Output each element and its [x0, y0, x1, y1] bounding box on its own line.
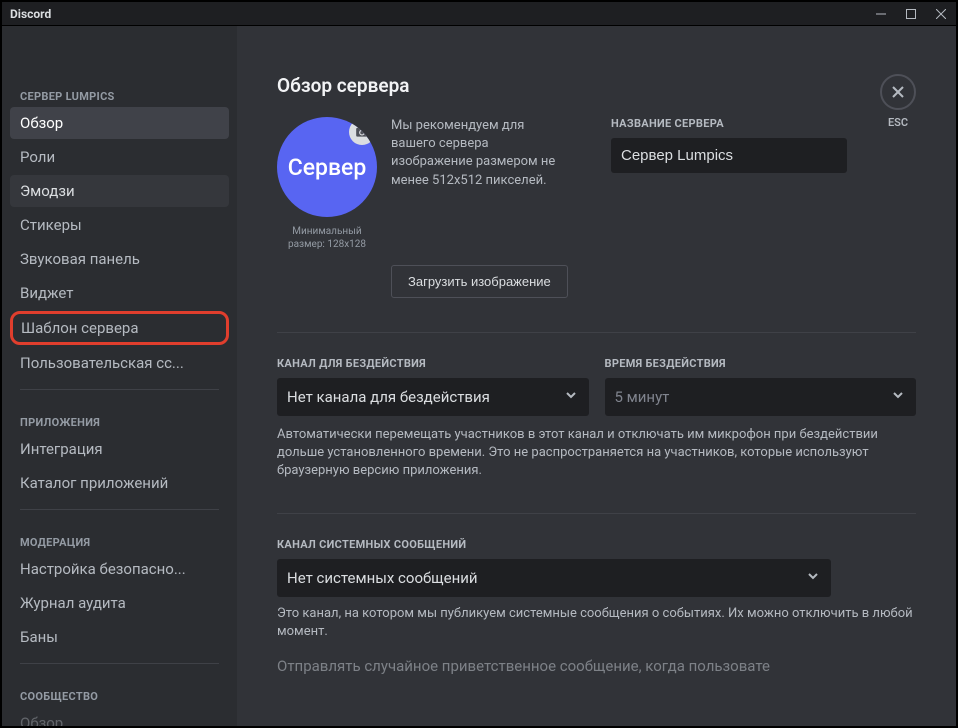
sidebar-category: МОДЕРАЦИЯ — [10, 520, 229, 553]
sidebar-item-server-template[interactable]: Шаблон сервера — [10, 311, 229, 345]
close-label: ESC — [888, 116, 908, 129]
sidebar-item-app-directory[interactable]: Каталог приложений — [10, 467, 229, 499]
server-name-label: НАЗВАНИЕ СЕРВЕРА — [611, 117, 847, 130]
sidebar-category: ПРИЛОЖЕНИЯ — [10, 400, 229, 433]
upload-image-button[interactable]: Загрузить изображение — [391, 265, 568, 298]
sidebar-item-emoji[interactable]: Эмодзи — [10, 175, 229, 207]
divider — [277, 513, 916, 514]
system-channel-label: КАНАЛ СИСТЕМНЫХ СООБЩЕНИЙ — [277, 538, 916, 551]
system-channel-value: Нет системных сообщений — [287, 569, 478, 587]
system-channel-help: Это канал, на котором мы публикуем систе… — [277, 605, 916, 641]
afk-timeout-label: ВРЕМЯ БЕЗДЕЙСТВИЯ — [605, 357, 917, 370]
sidebar-item-community-overview[interactable]: Обзор — [10, 707, 229, 726]
divider — [20, 509, 219, 510]
upload-badge-icon — [349, 119, 375, 145]
system-channel-select[interactable]: Нет системных сообщений — [277, 559, 831, 597]
maximize-button[interactable] — [904, 7, 918, 21]
close-settings-button[interactable] — [880, 74, 916, 110]
page-title: Обзор сервера — [277, 74, 916, 97]
sidebar-item-audit-log[interactable]: Журнал аудита — [10, 587, 229, 619]
settings-sidebar: СЕРВЕР LUMPICS Обзор Роли Эмодзи Стикеры… — [2, 26, 237, 726]
afk-help-text: Автоматически перемещать участников в эт… — [277, 426, 916, 481]
sidebar-item-integrations[interactable]: Интеграция — [10, 433, 229, 465]
divider — [20, 663, 219, 664]
sidebar-category: СЕРВЕР LUMPICS — [10, 74, 229, 107]
minimize-button[interactable] — [874, 7, 888, 21]
close-icon — [890, 84, 906, 100]
close-window-button[interactable] — [934, 7, 948, 21]
divider — [277, 332, 916, 333]
chevron-down-icon — [805, 568, 821, 588]
sidebar-category: СООБЩЕСТВО — [10, 674, 229, 707]
server-avatar[interactable]: Сервер — [277, 117, 377, 217]
sidebar-item-custom-link[interactable]: Пользовательская сс... — [10, 347, 229, 379]
sidebar-item-safety[interactable]: Настройка безопасно... — [10, 553, 229, 585]
avatar-size-hint: Минимальный размер: 128x128 — [277, 225, 377, 251]
welcome-message-toggle-label: Отправлять случайное приветственное сооб… — [277, 657, 916, 675]
app-title: Discord — [10, 7, 51, 21]
sidebar-item-soundboard[interactable]: Звуковая панель — [10, 243, 229, 275]
chevron-down-icon — [890, 387, 906, 407]
afk-channel-select[interactable]: Нет канала для бездействия — [277, 378, 589, 416]
afk-timeout-select[interactable]: 5 минут — [605, 378, 917, 416]
settings-content: ESC Обзор сервера Сервер Минимальный раз… — [237, 26, 956, 726]
sidebar-item-roles[interactable]: Роли — [10, 141, 229, 173]
afk-channel-label: КАНАЛ ДЛЯ БЕЗДЕЙСТВИЯ — [277, 357, 589, 370]
afk-channel-value: Нет канала для бездействия — [287, 388, 490, 406]
avatar-placeholder-text: Сервер — [288, 154, 367, 181]
sidebar-item-overview[interactable]: Обзор — [10, 107, 229, 139]
server-name-input[interactable] — [611, 138, 847, 173]
afk-timeout-value: 5 минут — [615, 388, 670, 406]
sidebar-item-stickers[interactable]: Стикеры — [10, 209, 229, 241]
sidebar-item-widget[interactable]: Виджет — [10, 277, 229, 309]
sidebar-item-bans[interactable]: Баны — [10, 621, 229, 653]
titlebar: Discord — [2, 2, 956, 26]
divider — [20, 389, 219, 390]
avatar-description: Мы рекомендуем для вашего сервера изобра… — [391, 117, 571, 251]
window-controls — [874, 7, 948, 21]
chevron-down-icon — [563, 387, 579, 407]
